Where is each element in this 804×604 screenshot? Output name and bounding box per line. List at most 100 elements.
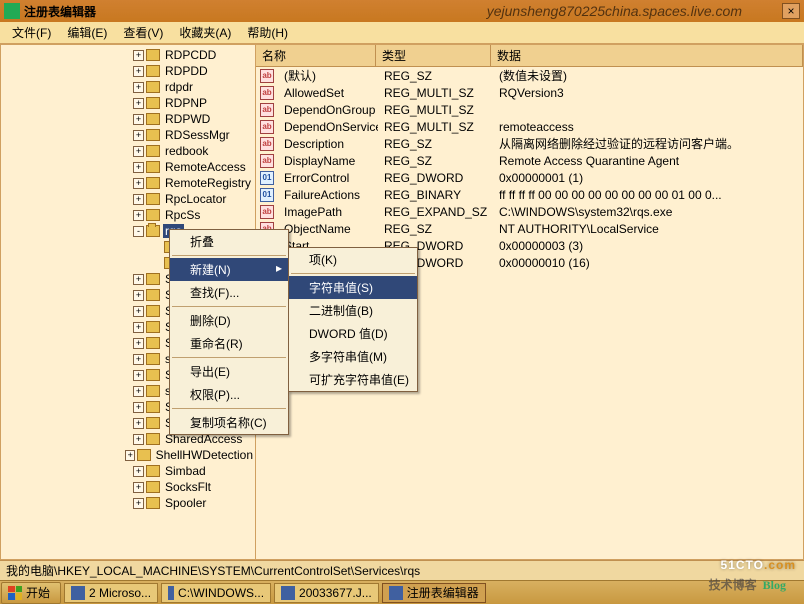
tree-item[interactable]: +RemoteRegistry [1, 175, 255, 191]
ctx-new-dword[interactable]: DWORD 值(D) [289, 322, 417, 345]
cell-name: AllowedSet [278, 86, 378, 100]
cell-name: (默认) [278, 67, 378, 84]
ctx-new-key[interactable]: 项(K) [289, 248, 417, 271]
start-button[interactable]: 开始 [1, 582, 61, 604]
ctx-new-binary[interactable]: 二进制值(B) [289, 299, 417, 322]
menu-file[interactable]: 文件(F) [4, 22, 59, 43]
expander-icon[interactable]: + [133, 178, 144, 189]
expander-icon[interactable]: + [133, 386, 144, 397]
tree-item[interactable]: +RDPDD [1, 63, 255, 79]
string-value-icon: ab [260, 86, 274, 100]
col-data[interactable]: 数据 [491, 45, 803, 66]
expander-icon[interactable]: + [133, 482, 144, 493]
list-row[interactable]: abDisplayNameREG_SZRemote Access Quarant… [256, 152, 803, 169]
list-row[interactable]: abDependOnServiceREG_MULTI_SZremoteacces… [256, 118, 803, 135]
expander-icon[interactable]: + [133, 130, 144, 141]
list-row[interactable]: abObjectNameREG_SZNT AUTHORITY\LocalServ… [256, 220, 803, 237]
ctx-new-expand[interactable]: 可扩充字符串值(E) [289, 368, 417, 391]
expander-icon[interactable]: + [133, 354, 144, 365]
expander-icon[interactable]: + [133, 322, 144, 333]
tree-item[interactable]: +RDPCDD [1, 47, 255, 63]
list-row[interactable]: abDependOnGroupREG_MULTI_SZ [256, 101, 803, 118]
col-name[interactable]: 名称 [256, 45, 376, 66]
taskbar-item[interactable]: C:\WINDOWS... [161, 583, 271, 603]
expander-icon[interactable]: + [133, 306, 144, 317]
cell-name: ImagePath [278, 205, 378, 219]
folder-icon [146, 177, 160, 189]
tree-item[interactable]: +rdpdr [1, 79, 255, 95]
taskbar-item[interactable]: 2 Microso... [64, 583, 158, 603]
string-value-icon: ab [260, 69, 274, 83]
task-label: 20033677.J... [299, 586, 372, 600]
tree-item[interactable]: +RDPWD [1, 111, 255, 127]
ctx-new-string[interactable]: 字符串值(S) [289, 276, 417, 299]
menu-view[interactable]: 查看(V) [115, 22, 171, 43]
folder-icon [146, 113, 160, 125]
expander-icon[interactable]: + [133, 434, 144, 445]
ctx-new-multi[interactable]: 多字符串值(M) [289, 345, 417, 368]
expander-icon[interactable]: + [133, 162, 144, 173]
ctx-rename[interactable]: 重命名(R) [170, 332, 288, 355]
expander-icon[interactable]: + [133, 146, 144, 157]
tree-item[interactable]: +Spooler [1, 495, 255, 511]
list-row[interactable]: 01ErrorControlREG_DWORD0x00000001 (1) [256, 169, 803, 186]
folder-icon [146, 337, 160, 349]
expander-icon[interactable]: + [125, 450, 135, 461]
menu-fav[interactable]: 收藏夹(A) [171, 22, 239, 43]
tree-item[interactable]: +RDSessMgr [1, 127, 255, 143]
ctx-export[interactable]: 导出(E) [170, 360, 288, 383]
expander-icon[interactable]: + [133, 114, 144, 125]
cell-name: DisplayName [278, 154, 378, 168]
folder-icon [146, 385, 160, 397]
expander-icon[interactable]: + [133, 66, 144, 77]
ctx-copy[interactable]: 复制项名称(C) [170, 411, 288, 434]
menu-edit[interactable]: 编辑(E) [59, 22, 115, 43]
start-logo-icon [8, 586, 22, 600]
col-type[interactable]: 类型 [376, 45, 491, 66]
taskbar-item[interactable]: 20033677.J... [274, 583, 379, 603]
tree-item[interactable]: +ShellHWDetection [1, 447, 255, 463]
expander-icon[interactable]: + [133, 466, 144, 477]
expander-icon[interactable]: + [133, 498, 144, 509]
cell-type: REG_MULTI_SZ [378, 120, 493, 134]
list-row[interactable]: abImagePathREG_EXPAND_SZC:\WINDOWS\syste… [256, 203, 803, 220]
tree-item[interactable]: +Simbad [1, 463, 255, 479]
tree-item[interactable]: + RpcLocator [1, 191, 255, 207]
cell-type: REG_MULTI_SZ [378, 103, 493, 117]
cell-name: DependOnGroup [278, 103, 378, 117]
expander-icon[interactable]: + [133, 370, 144, 381]
list-row[interactable]: 01FailureActionsREG_BINARYff ff ff ff 00… [256, 186, 803, 203]
expander-icon[interactable]: + [133, 338, 144, 349]
tree-item[interactable]: +RpcSs [1, 207, 255, 223]
ctx-delete[interactable]: 删除(D) [170, 309, 288, 332]
expander-icon[interactable]: + [133, 274, 144, 285]
menu-help[interactable]: 帮助(H) [239, 22, 296, 43]
expander-icon[interactable]: - [133, 226, 144, 237]
tree-item[interactable]: +redbook [1, 143, 255, 159]
expander-icon[interactable]: + [133, 194, 144, 205]
expander-icon[interactable]: + [133, 418, 144, 429]
ctx-collapse[interactable]: 折叠 [170, 230, 288, 253]
ctx-find[interactable]: 查找(F)... [170, 281, 288, 304]
expander-icon[interactable]: + [133, 402, 144, 413]
expander-icon[interactable]: + [133, 50, 144, 61]
tree-item[interactable]: +SocksFlt [1, 479, 255, 495]
expander-icon[interactable]: + [133, 82, 144, 93]
tree-label: RpcLocator [163, 192, 228, 206]
cell-data: 0x00000001 (1) [493, 171, 803, 185]
folder-icon [146, 129, 160, 141]
folder-icon [146, 97, 160, 109]
expander-icon[interactable]: + [133, 210, 144, 221]
list-row[interactable]: abAllowedSetREG_MULTI_SZRQVersion3 [256, 84, 803, 101]
ctx-perm[interactable]: 权限(P)... [170, 383, 288, 406]
cell-data: 0x00000003 (3) [493, 239, 803, 253]
ctx-new[interactable]: 新建(N)▸ [170, 258, 288, 281]
tree-item[interactable]: +RDPNP [1, 95, 255, 111]
list-row[interactable]: ab(默认)REG_SZ(数值未设置) [256, 67, 803, 84]
expander-icon[interactable]: + [133, 98, 144, 109]
expander-icon[interactable]: + [133, 290, 144, 301]
taskbar-item[interactable]: 注册表编辑器 [382, 583, 486, 603]
tree-item[interactable]: +RemoteAccess [1, 159, 255, 175]
list-row[interactable]: abDescriptionREG_SZ从隔离网络删除经过验证的远程访问客户端。 [256, 135, 803, 152]
close-button[interactable]: × [782, 3, 800, 19]
